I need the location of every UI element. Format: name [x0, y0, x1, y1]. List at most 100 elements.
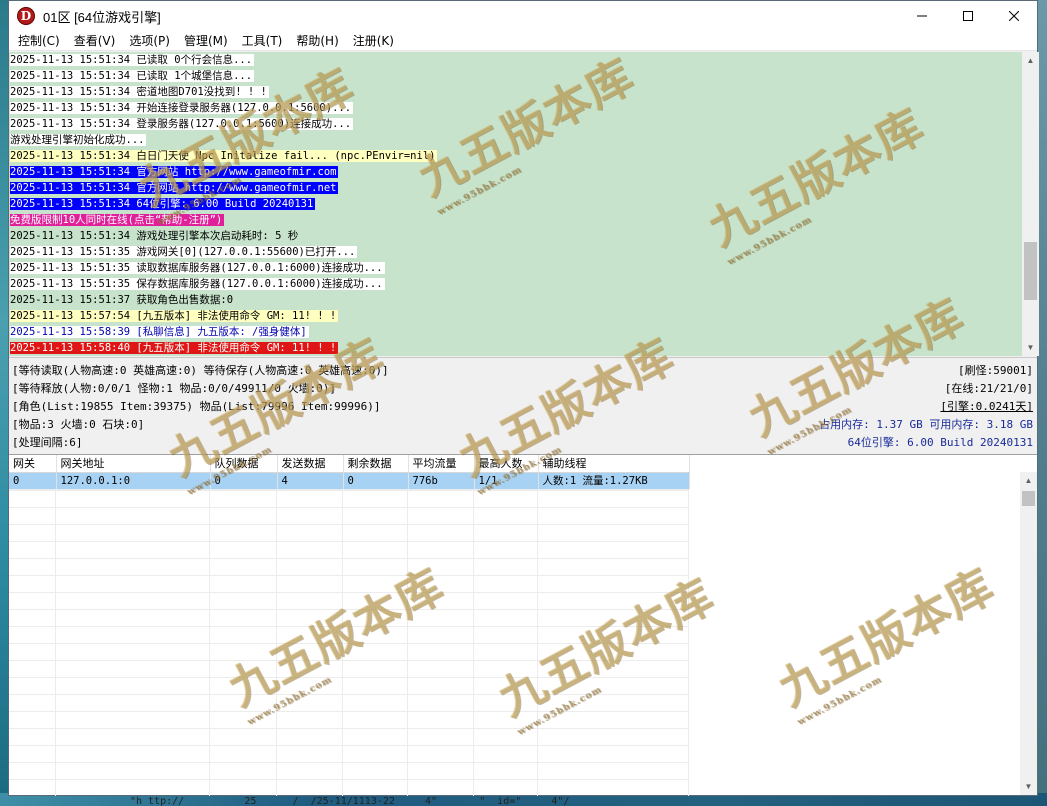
scroll-down-icon[interactable]: ▼	[1022, 339, 1039, 356]
log-line: 2025-11-13 15:51:34 登录服务器(127.0.0.1:5600…	[9, 116, 1022, 132]
column-header-avg-traffic[interactable]: 平均流量	[408, 455, 475, 473]
log-line: 2025-11-13 15:51:34 密道地图D701没找到! ! !	[9, 84, 1022, 100]
status-interval: [处理间隔:6]	[12, 436, 83, 449]
column-header-remaining[interactable]: 剩余数据	[343, 455, 409, 473]
table-scrollbar[interactable]: ▲ ▼	[1020, 472, 1037, 795]
log-line-text: 免费版限制10人同时在线(点击“帮助-注册”)	[10, 214, 225, 226]
scroll-down-icon[interactable]: ▼	[1020, 778, 1037, 795]
column-divider	[209, 455, 210, 796]
log-line-text: 2025-11-13 15:51:35 保存数据库服务器(127.0.0.1:6…	[10, 278, 385, 290]
log-line-text: 2025-11-13 15:51:34 开始连接登录服务器(127.0.0.1:…	[10, 102, 354, 114]
log-line: 2025-11-13 15:51:35 游戏网关[0](127.0.0.1:55…	[9, 244, 1022, 260]
status-engine-time[interactable]: [引擎:0.0241天]	[940, 399, 1033, 415]
log-line: 2025-11-13 15:57:54 [九五版本] 非法使用命令 GM: 11…	[9, 308, 1022, 324]
log-line: 2025-11-13 15:58:39 [私聊信息] 九五版本: /强身健体]	[9, 324, 1022, 340]
column-header-max-players[interactable]: 最高人数	[474, 455, 539, 473]
column-divider	[688, 455, 689, 796]
cell-aux-thread: 人数:1 流量:1.27KB	[538, 472, 690, 490]
cell-gateway: 0	[9, 472, 57, 490]
menu-tools[interactable]: 工具(T)	[235, 32, 290, 49]
log-line: 2025-11-13 15:58:40 [九五版本] 非法使用命令 GM: 11…	[9, 340, 1022, 356]
menu-register[interactable]: 注册(K)	[346, 32, 401, 49]
log-line: 2025-11-13 15:51:35 保存数据库服务器(127.0.0.1:6…	[9, 276, 1022, 292]
cell-queue: 0	[210, 472, 278, 490]
status-monster-refresh: [刷怪:59001]	[958, 364, 1033, 377]
window-title: 01区 [64位游戏引擎]	[43, 9, 161, 25]
scroll-up-icon[interactable]: ▲	[1022, 52, 1039, 69]
maximize-icon	[963, 11, 973, 21]
log-line-text: 2025-11-13 15:51:37 获取角色出售数据:0	[10, 294, 234, 306]
minimize-icon	[917, 15, 927, 17]
log-line-text: 2025-11-13 15:51:34 64位引擎: 6.00 Build 20…	[10, 198, 316, 210]
status-wait-read: [等待读取(人物高速:0 英雄高速:0) 等待保存(人物高速:0 英雄高速:0)…	[12, 364, 389, 377]
log-line: 2025-11-13 15:51:34 已读取 1个城堡信息...	[9, 68, 1022, 84]
desktop-background-right	[1038, 0, 1047, 806]
column-divider	[342, 455, 343, 796]
column-divider	[407, 455, 408, 796]
log-line: 2025-11-13 15:51:34 已读取 0个行会信息...	[9, 52, 1022, 68]
log-line-text: 2025-11-13 15:51:34 已读取 1个城堡信息...	[10, 70, 255, 82]
status-items: [物品:3 火墙:0 石块:0]	[12, 418, 145, 431]
background-text: "h ttp:// 25 / /25-11/1113-22 4" " id=" …	[130, 796, 570, 806]
column-divider	[276, 455, 277, 796]
table-header-row: 网关 网关地址 队列数据 发送数据 剩余数据 平均流量 最高人数 辅助线程	[9, 455, 690, 473]
log-line-text: 2025-11-13 15:51:34 登录服务器(127.0.0.1:5600…	[10, 118, 354, 130]
cell-max-players: 1/1	[474, 472, 539, 490]
log-line-text: 2025-11-13 15:51:34 官方网站 http://www.game…	[10, 166, 339, 178]
menu-control[interactable]: 控制(C)	[11, 32, 67, 49]
main-window: D 01区 [64位游戏引擎] 控制(C) 查看(V) 选项(P) 管理(M) …	[8, 0, 1039, 796]
log-line: 2025-11-13 15:51:37 获取角色出售数据:0	[9, 292, 1022, 308]
menu-help[interactable]: 帮助(H)	[289, 32, 345, 49]
log-line-text: 2025-11-13 15:51:34 密道地图D701没找到! ! !	[10, 86, 269, 98]
log-line-text: 2025-11-13 15:51:34 已读取 0个行会信息...	[10, 54, 255, 66]
column-header-aux-thread[interactable]: 辅助线程	[538, 455, 690, 473]
title-bar: D 01区 [64位游戏引擎]	[9, 1, 1037, 31]
close-button[interactable]	[991, 1, 1037, 31]
log-line-text: 2025-11-13 15:51:34 官方网站 http://www.game…	[10, 182, 339, 194]
column-header-gateway[interactable]: 网关	[9, 455, 57, 473]
column-divider	[473, 455, 474, 796]
window-controls	[899, 1, 1037, 31]
log-line-text: 2025-11-13 15:57:54 [九五版本] 非法使用命令 GM: 11…	[10, 310, 339, 322]
log-panel[interactable]: 2025-11-13 15:51:34 已读取 0个行会信息... 2025-11…	[9, 52, 1022, 356]
log-line: 2025-11-13 15:51:34 白日门天使 Npc Initalize …	[9, 148, 1022, 164]
cell-avg-traffic: 776b	[408, 472, 475, 490]
close-icon	[1009, 11, 1019, 21]
table-row[interactable]: 0 127.0.0.1:0 0 4 0 776b 1/1 人数:1 流量:1.2…	[9, 472, 690, 490]
gateway-table: 网关 网关地址 队列数据 发送数据 剩余数据 平均流量 最高人数 辅助线程 0 …	[9, 455, 690, 490]
log-line-text: 2025-11-13 15:58:40 [九五版本] 非法使用命令 GM: 11…	[10, 342, 339, 354]
column-header-address[interactable]: 网关地址	[56, 455, 211, 473]
column-header-queue[interactable]: 队列数据	[210, 455, 278, 473]
log-line: 2025-11-13 15:51:34 开始连接登录服务器(127.0.0.1:…	[9, 100, 1022, 116]
log-line-text: 2025-11-13 15:51:35 游戏网关[0](127.0.0.1:55…	[10, 246, 358, 258]
column-header-sent[interactable]: 发送数据	[277, 455, 344, 473]
log-line-text: 2025-11-13 15:51:34 游戏处理引擎本次启动耗时: 5 秒	[10, 230, 299, 242]
log-line: 游戏处理引擎初始化成功...	[9, 132, 1022, 148]
cell-address: 127.0.0.1:0	[56, 472, 211, 490]
scroll-up-icon[interactable]: ▲	[1020, 472, 1037, 489]
cell-sent: 4	[277, 472, 344, 490]
log-line: 2025-11-13 15:51:34 官方网站 http://www.game…	[9, 180, 1022, 196]
log-line: 2025-11-13 15:51:34 64位引擎: 6.00 Build 20…	[9, 196, 1022, 212]
status-memory: 占用内存: 1.37 GB 可用内存: 3.18 GB	[819, 418, 1033, 431]
menu-manage[interactable]: 管理(M)	[177, 32, 235, 49]
minimize-button[interactable]	[899, 1, 945, 31]
status-character-list: [角色(List:19855 Item:39375) 物品(List:79996…	[12, 400, 381, 413]
maximize-button[interactable]	[945, 1, 991, 31]
column-divider	[55, 455, 56, 796]
status-wait-release: [等待释放(人物:0/0/1 怪物:1 物品:0/0/49911/0 火墙:0)…	[12, 382, 337, 395]
gateway-table-panel: 网关 网关地址 队列数据 发送数据 剩余数据 平均流量 最高人数 辅助线程 0 …	[9, 454, 1037, 796]
menu-bar: 控制(C) 查看(V) 选项(P) 管理(M) 工具(T) 帮助(H) 注册(K…	[9, 31, 1037, 51]
log-line: 2025-11-13 15:51:34 游戏处理引擎本次启动耗时: 5 秒	[9, 228, 1022, 244]
table-empty-rows	[9, 490, 688, 796]
log-line-text: 2025-11-13 15:51:34 白日门天使 Npc Initalize …	[10, 150, 438, 162]
scroll-thumb[interactable]	[1024, 242, 1037, 300]
column-divider	[537, 455, 538, 796]
app-logo-icon[interactable]: D	[17, 7, 35, 25]
status-engine-version: 64位引擎: 6.00 Build 20240131	[847, 436, 1033, 449]
scroll-thumb[interactable]	[1022, 491, 1035, 506]
log-scrollbar[interactable]: ▲ ▼	[1022, 52, 1039, 356]
menu-view[interactable]: 查看(V)	[67, 32, 123, 49]
menu-options[interactable]: 选项(P)	[122, 32, 177, 49]
status-panel: [等待读取(人物高速:0 英雄高速:0) 等待保存(人物高速:0 英雄高速:0)…	[9, 357, 1037, 453]
